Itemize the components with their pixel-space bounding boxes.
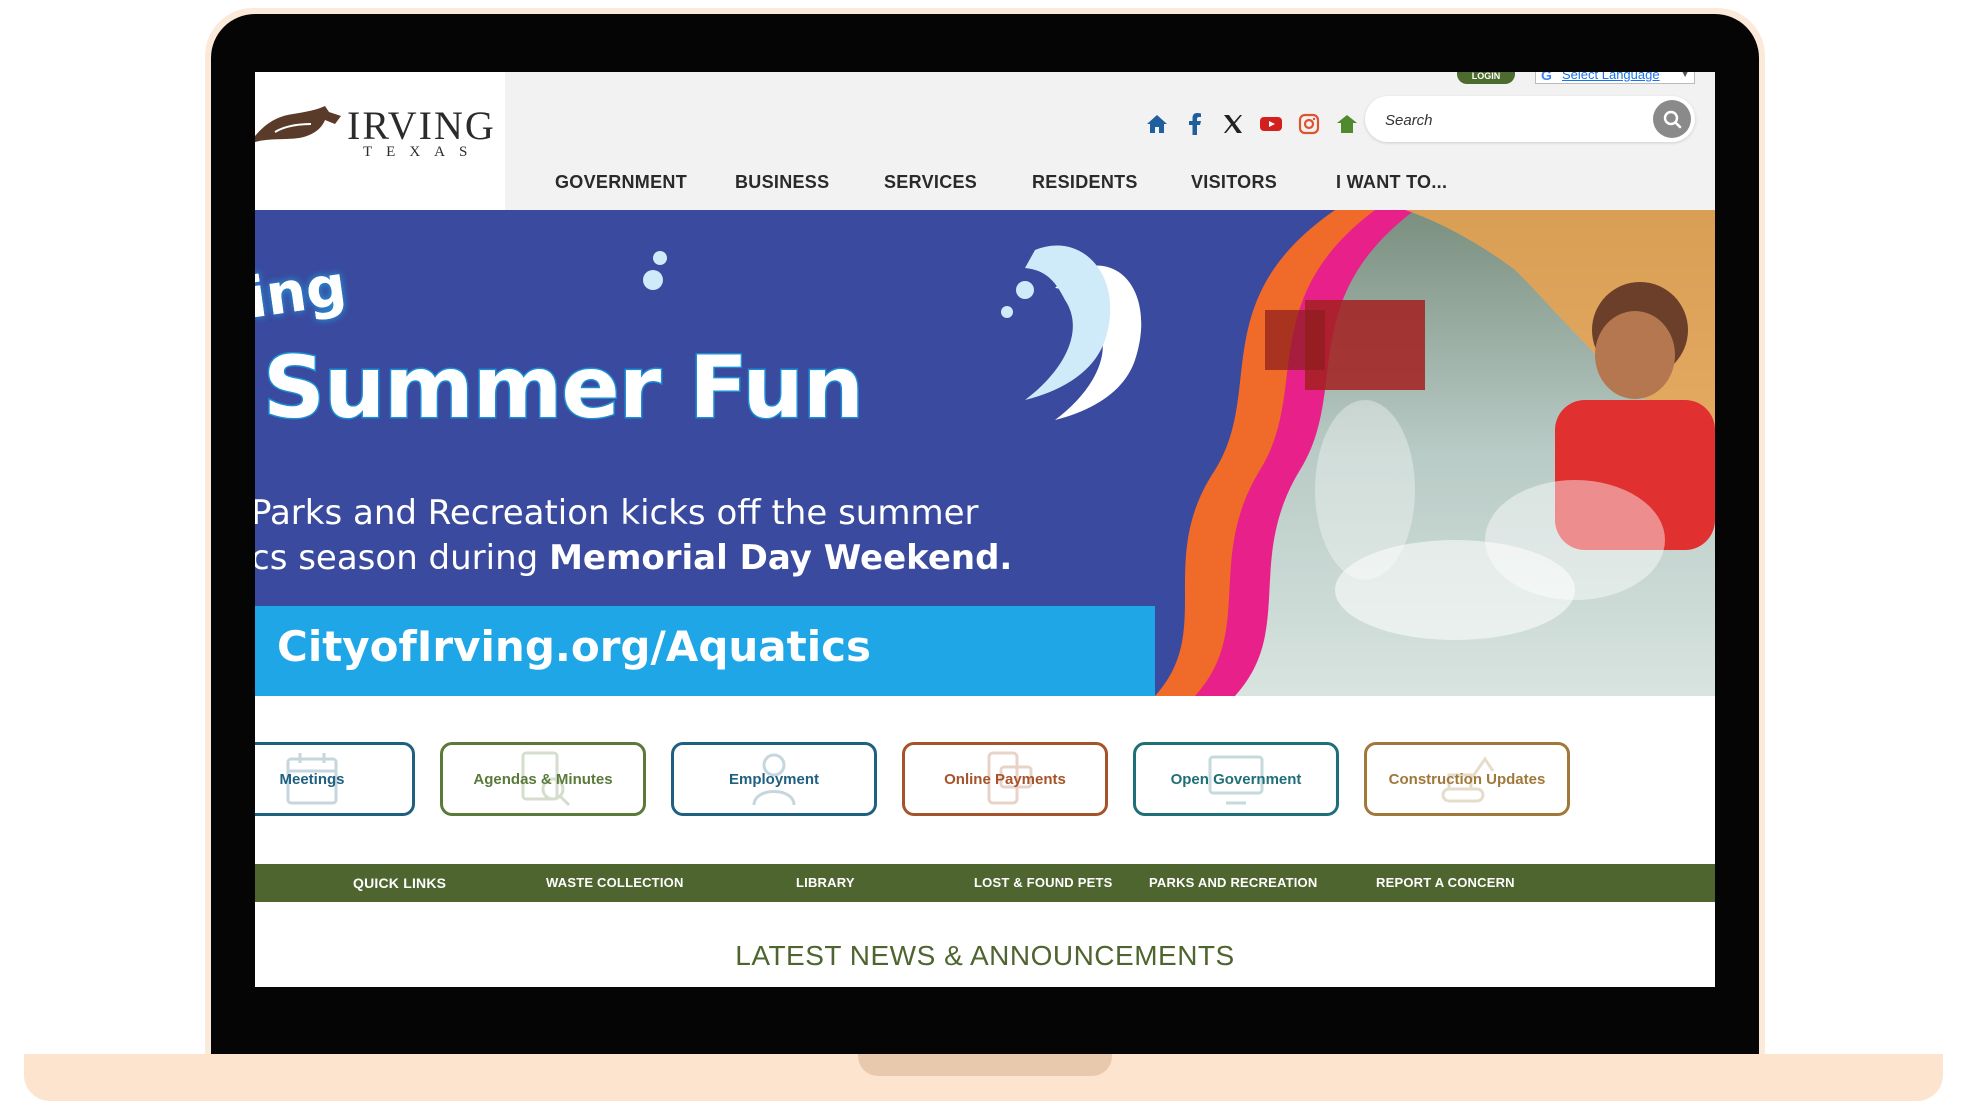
agendas-minutes-button[interactable]: Agendas & Minutes bbox=[440, 742, 646, 816]
logo[interactable]: IRVING TEXAS bbox=[255, 72, 505, 210]
horse-logo-icon bbox=[255, 106, 341, 142]
main-nav: GOVERNMENT BUSINESS SERVICES RESIDENTS V… bbox=[505, 162, 1715, 210]
logo-wordmark: IRVING bbox=[347, 103, 496, 148]
browser-screen: IRVING TEXAS LOGIN G Select Language ▼ S… bbox=[255, 72, 1715, 987]
home-icon[interactable] bbox=[1143, 110, 1171, 138]
meetings-button[interactable]: Meetings bbox=[255, 742, 415, 816]
social-links bbox=[1143, 110, 1361, 138]
site-header: IRVING TEXAS LOGIN G Select Language ▼ S… bbox=[255, 72, 1715, 210]
facebook-icon[interactable] bbox=[1181, 110, 1209, 138]
nav-i-want-to[interactable]: I WANT TO... bbox=[1336, 172, 1447, 193]
employment-button[interactable]: Employment bbox=[671, 742, 877, 816]
meetings-label: Meetings bbox=[279, 770, 345, 788]
nav-business[interactable]: BUSINESS bbox=[735, 172, 829, 193]
nav-visitors[interactable]: VISITORS bbox=[1191, 172, 1277, 193]
quick-link-lost-found-pets[interactable]: LOST & FOUND PETS bbox=[974, 875, 1112, 890]
google-icon: G bbox=[1541, 72, 1552, 83]
construction-updates-label: Construction Updates bbox=[1388, 770, 1546, 788]
online-payments-button[interactable]: Online Payments bbox=[902, 742, 1108, 816]
search-icon bbox=[1663, 110, 1682, 129]
quick-link-parks-recreation[interactable]: PARKS AND RECREATION bbox=[1149, 875, 1317, 890]
employment-label: Employment bbox=[728, 770, 819, 788]
online-payments-label: Online Payments bbox=[944, 770, 1066, 788]
quick-links-title: QUICK LINKS bbox=[353, 875, 447, 891]
login-button[interactable]: LOGIN bbox=[1457, 72, 1515, 84]
quick-link-report-concern[interactable]: REPORT A CONCERN bbox=[1376, 875, 1515, 890]
search-input[interactable] bbox=[1383, 106, 1637, 134]
search-bar bbox=[1365, 96, 1695, 142]
hero-url: CityofIrving.org/Aquatics bbox=[277, 622, 871, 671]
hero-title: Summer Fun bbox=[262, 337, 866, 440]
instagram-icon[interactable] bbox=[1295, 110, 1323, 138]
language-label: Select Language bbox=[1562, 72, 1660, 82]
nav-services[interactable]: SERVICES bbox=[884, 172, 977, 193]
open-government-label: Open Government bbox=[1170, 770, 1302, 788]
nextdoor-icon[interactable] bbox=[1333, 110, 1361, 138]
hero-line-2: cs season during Memorial Day Weekend. bbox=[255, 538, 1012, 578]
hero-banner[interactable]: ing Summer Fun Parks and Recreation kick… bbox=[255, 210, 1715, 696]
nav-residents[interactable]: RESIDENTS bbox=[1032, 172, 1138, 193]
chevron-down-icon: ▼ bbox=[1680, 72, 1690, 80]
hero-line-2-bold: Memorial Day Weekend. bbox=[549, 538, 1013, 578]
hero-line-2-prefix: cs season during bbox=[255, 538, 550, 578]
construction-updates-button[interactable]: Construction Updates bbox=[1364, 742, 1570, 816]
nav-government[interactable]: GOVERNMENT bbox=[555, 172, 687, 193]
language-selector[interactable]: G Select Language ▼ bbox=[1535, 72, 1695, 84]
open-government-button[interactable]: Open Government bbox=[1133, 742, 1339, 816]
quick-link-library[interactable]: LIBRARY bbox=[796, 875, 855, 890]
agendas-minutes-label: Agendas & Minutes bbox=[473, 770, 613, 788]
x-icon[interactable] bbox=[1219, 110, 1247, 138]
laptop-notch bbox=[858, 1054, 1112, 1076]
youtube-icon[interactable] bbox=[1257, 110, 1285, 138]
quick-action-row: Meetings Agendas & Minutes Employment On… bbox=[255, 742, 1715, 822]
search-button[interactable] bbox=[1653, 100, 1691, 138]
hero-line-1: Parks and Recreation kicks off the summe… bbox=[255, 493, 979, 533]
quick-link-waste-collection[interactable]: WASTE COLLECTION bbox=[546, 875, 684, 890]
logo-subtitle: TEXAS bbox=[363, 144, 482, 160]
quick-links-bar: QUICK LINKS WASTE COLLECTION LIBRARY LOS… bbox=[255, 864, 1715, 902]
news-section-title: LATEST NEWS & ANNOUNCEMENTS bbox=[735, 940, 1235, 971]
